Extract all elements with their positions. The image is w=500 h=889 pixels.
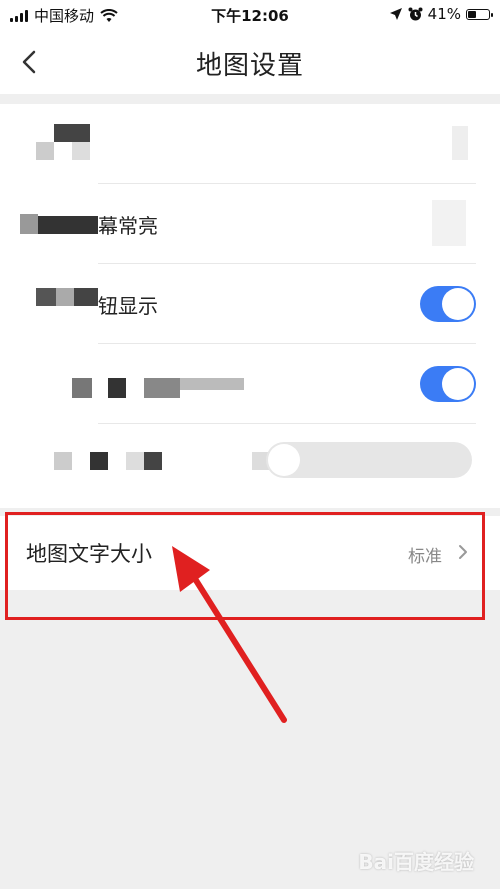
mosaic-block — [54, 452, 72, 470]
section-gap — [0, 94, 500, 104]
settings-row-3-toggle[interactable] — [420, 286, 476, 322]
mosaic-block — [54, 124, 90, 142]
mosaic-block — [432, 200, 466, 246]
mosaic-block — [74, 288, 98, 306]
mosaic-block — [90, 452, 108, 470]
toggle-knob — [442, 368, 474, 400]
mosaic-block — [36, 288, 56, 306]
map-text-size-row[interactable]: 地图文字大小 标准 — [0, 516, 500, 590]
settings-row-5[interactable] — [0, 424, 500, 504]
page-title: 地图设置 — [195, 51, 304, 81]
nav-header: 地图设置 — [0, 30, 500, 94]
mosaic-block — [36, 142, 54, 160]
settings-list: 幕常亮 钮显示 — [0, 104, 500, 508]
watermark: Bai百度经验 — [358, 850, 474, 874]
settings-row-3[interactable]: 钮显示 — [0, 264, 500, 344]
settings-row-4-toggle[interactable] — [420, 366, 476, 402]
mosaic-block — [180, 378, 244, 390]
mosaic-block — [38, 216, 98, 234]
settings-row-5-toggle[interactable] — [266, 442, 472, 478]
location-arrow-icon — [389, 8, 402, 20]
mosaic-block — [20, 214, 38, 234]
map-text-size-label: 地图文字大小 — [26, 542, 152, 566]
mosaic-block — [452, 126, 468, 160]
mosaic-block — [108, 378, 126, 398]
status-right: 41% — [389, 5, 493, 23]
mosaic-block — [72, 378, 92, 398]
battery-fill — [468, 10, 476, 18]
alarm-clock-icon — [408, 7, 423, 20]
mosaic-block — [144, 378, 180, 398]
mosaic-block — [72, 142, 90, 160]
section-gap — [0, 508, 500, 516]
settings-row-4[interactable] — [0, 344, 500, 424]
mosaic-block — [56, 288, 74, 306]
toggle-knob — [268, 444, 300, 476]
settings-row-2[interactable]: 幕常亮 — [0, 184, 500, 264]
map-text-size-value: 标准 — [408, 547, 442, 567]
settings-row-2-label: 幕常亮 — [98, 214, 158, 238]
mosaic-block — [144, 452, 162, 470]
mosaic-block — [126, 452, 144, 470]
toggle-knob — [442, 288, 474, 320]
status-bar: 中国移动 下午12:06 41% — [0, 0, 500, 30]
battery-percent: 41% — [427, 5, 461, 23]
chevron-right-icon — [459, 545, 467, 559]
battery-icon — [466, 8, 493, 20]
settings-row-3-label: 钮显示 — [98, 294, 158, 318]
settings-row-1[interactable] — [0, 104, 500, 184]
